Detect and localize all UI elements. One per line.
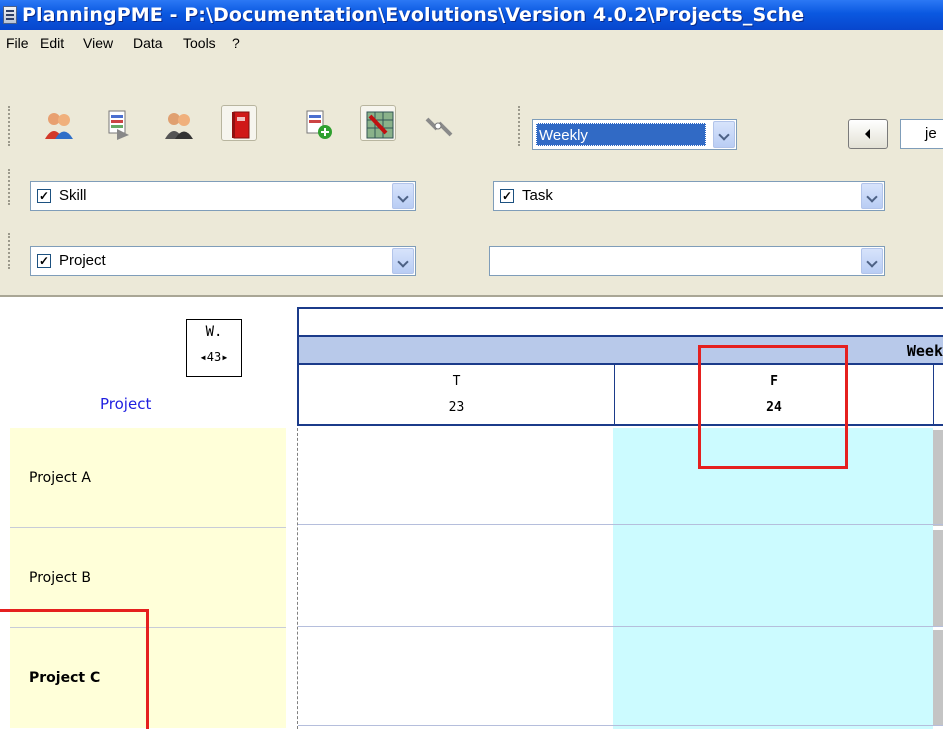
menu-view[interactable]: View — [80, 30, 116, 56]
add-task-icon[interactable] — [300, 106, 336, 142]
project-filter[interactable]: ✓ Project — [30, 246, 416, 276]
planning-grid: W. ◂43▸ Project Week T 23 F 24 Project A… — [0, 297, 943, 729]
row-header-project[interactable]: Project — [100, 395, 151, 413]
toolbar-grip[interactable] — [518, 106, 522, 146]
chevron-down-icon[interactable] — [392, 183, 414, 209]
today-column[interactable] — [613, 428, 933, 729]
menu-tools[interactable]: Tools — [180, 30, 219, 56]
previous-button[interactable] — [848, 119, 888, 149]
view-select[interactable]: Weekly — [532, 119, 737, 150]
menu-bar: File Edit View Data Tools ? — [0, 30, 943, 56]
customers-icon[interactable] — [160, 106, 196, 142]
project-filter-label: Project — [59, 252, 106, 269]
week-label: Week — [906, 342, 943, 360]
skill-filter-label: Skill — [59, 187, 87, 204]
toolbar-grip[interactable] — [8, 106, 12, 146]
row-divider — [298, 524, 943, 525]
row-label-project-a[interactable]: Project A — [10, 428, 286, 528]
view-select-value: Weekly — [536, 123, 706, 146]
link-icon[interactable] — [420, 106, 456, 142]
toolbar-grip[interactable] — [8, 169, 12, 205]
weekend-cell[interactable] — [933, 630, 943, 726]
period-nav[interactable]: ◂43▸ — [187, 350, 241, 364]
task-checkbox[interactable]: ✓ — [500, 189, 514, 203]
highlight-box — [698, 345, 848, 469]
task-filter-label: Task — [522, 187, 553, 204]
period-selector[interactable]: W. ◂43▸ — [186, 319, 242, 377]
row-label-text: Project B — [29, 570, 91, 586]
chevron-down-icon[interactable] — [861, 183, 883, 209]
grid-divider — [297, 428, 298, 729]
day-letter: T — [452, 374, 461, 389]
row-divider — [298, 626, 943, 627]
project-book-icon[interactable] — [221, 105, 257, 141]
chevron-down-icon[interactable] — [713, 121, 735, 148]
highlight-box — [0, 609, 149, 729]
menu-file[interactable]: File — [3, 30, 32, 56]
calendar-top-border — [297, 307, 943, 335]
period-unit: W. — [205, 324, 223, 340]
project-checkbox[interactable]: ✓ — [37, 254, 51, 268]
day-number: 23 — [448, 400, 465, 415]
row-label-text: Project A — [29, 470, 91, 486]
window-title: PlanningPME - P:\Documentation\Evolution… — [22, 4, 805, 26]
menu-help[interactable]: ? — [229, 30, 243, 56]
skill-checkbox[interactable]: ✓ — [37, 189, 51, 203]
planning-report-icon[interactable] — [100, 106, 136, 142]
weekend-cell[interactable] — [933, 530, 943, 626]
toolbar-grip[interactable] — [8, 233, 12, 269]
chevron-down-icon[interactable] — [392, 248, 414, 274]
skill-filter[interactable]: ✓ Skill — [30, 181, 416, 211]
date-field[interactable]: je — [900, 119, 943, 149]
menu-data[interactable]: Data — [130, 30, 166, 56]
app-icon[interactable] — [3, 6, 17, 24]
row-divider — [298, 725, 943, 726]
grid-view-icon[interactable] — [360, 105, 396, 141]
resources-icon[interactable] — [40, 106, 76, 142]
day-separator — [933, 365, 934, 424]
task-filter[interactable]: ✓ Task — [493, 181, 885, 211]
chevron-down-icon[interactable] — [861, 248, 883, 274]
menu-edit[interactable]: Edit — [37, 30, 67, 56]
weekend-cell[interactable] — [933, 430, 943, 526]
empty-filter[interactable] — [489, 246, 885, 276]
title-bar[interactable]: PlanningPME - P:\Documentation\Evolution… — [0, 0, 943, 30]
day-header-thursday[interactable]: T 23 — [299, 365, 614, 424]
